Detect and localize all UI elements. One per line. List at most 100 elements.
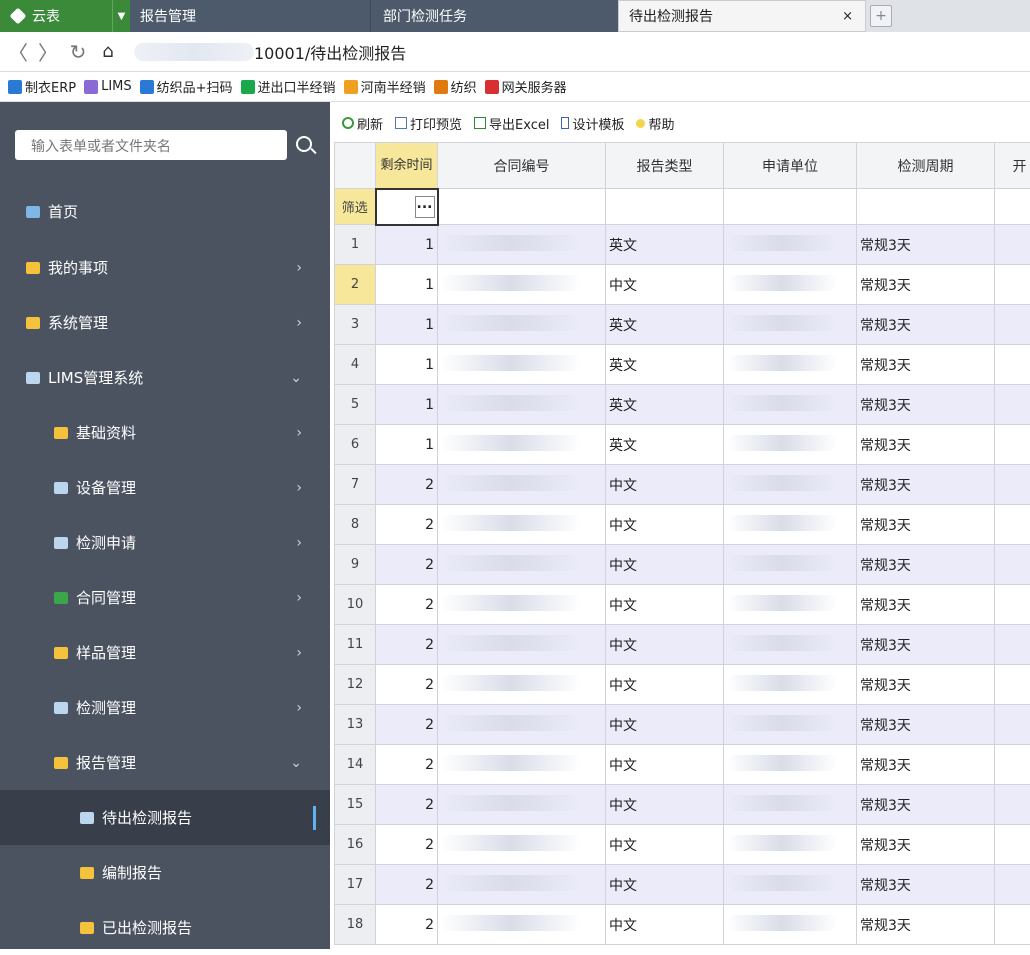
url-text[interactable]: 10001/待出检测报告 — [254, 40, 406, 64]
cell-cycle[interactable]: 常规3天 — [857, 865, 995, 905]
cell-contract-no[interactable] — [438, 305, 606, 345]
cell-contract-no[interactable] — [438, 625, 606, 665]
cell-remaining[interactable]: 2 — [376, 665, 438, 705]
row-number[interactable]: 4 — [335, 345, 376, 385]
column-header-remaining[interactable]: 剩余时间 — [376, 143, 438, 189]
cell-applicant[interactable] — [724, 265, 857, 305]
cell-applicant[interactable] — [724, 785, 857, 825]
sidebar-item[interactable]: 样品管理› — [0, 625, 330, 680]
cell-remaining[interactable]: 2 — [376, 865, 438, 905]
cell-next[interactable] — [995, 265, 1030, 305]
bookmark-item[interactable]: 纺织品+扫码 — [140, 77, 233, 96]
sidebar-item[interactable]: 系统管理› — [0, 295, 330, 350]
cell-applicant[interactable] — [724, 305, 857, 345]
new-tab-button[interactable]: + — [870, 5, 892, 27]
sidebar-item[interactable]: 编制报告 — [0, 845, 330, 900]
cell-cycle[interactable]: 常规3天 — [857, 665, 995, 705]
cell-remaining[interactable]: 1 — [376, 385, 438, 425]
cell-report-type[interactable]: 中文 — [606, 905, 724, 945]
cell-cycle[interactable]: 常规3天 — [857, 545, 995, 585]
cell-contract-no[interactable] — [438, 665, 606, 705]
cell-remaining[interactable]: 2 — [376, 505, 438, 545]
bookmark-item[interactable]: 进出口半经销 — [241, 77, 336, 96]
cell-report-type[interactable]: 中文 — [606, 705, 724, 745]
cell-contract-no[interactable] — [438, 265, 606, 305]
cell-applicant[interactable] — [724, 665, 857, 705]
cell-cycle[interactable]: 常规3天 — [857, 265, 995, 305]
row-number[interactable]: 7 — [335, 465, 376, 505]
cell-next[interactable] — [995, 465, 1030, 505]
cell-next[interactable] — [995, 425, 1030, 465]
sidebar-item[interactable]: 基础资料› — [0, 405, 330, 460]
table-row[interactable]: 132中文常规3天 — [335, 705, 1030, 745]
cell-next[interactable] — [995, 825, 1030, 865]
cell-remaining[interactable]: 2 — [376, 745, 438, 785]
row-number[interactable]: 8 — [335, 505, 376, 545]
cell-applicant[interactable] — [724, 345, 857, 385]
cell-next[interactable] — [995, 785, 1030, 825]
table-row[interactable]: 31英文常规3天 — [335, 305, 1030, 345]
cell-cycle[interactable]: 常规3天 — [857, 585, 995, 625]
table-row[interactable]: 162中文常规3天 — [335, 825, 1030, 865]
cell-remaining[interactable]: 1 — [376, 225, 438, 265]
filter-cell-contract-no[interactable] — [438, 189, 606, 225]
cell-next[interactable] — [995, 625, 1030, 665]
sidebar-item[interactable]: 检测申请› — [0, 515, 330, 570]
sidebar-item[interactable]: 检测管理› — [0, 680, 330, 735]
table-row[interactable]: 182 中文 常规3天 — [335, 905, 1030, 945]
cell-applicant[interactable] — [724, 825, 857, 865]
cell-cycle[interactable]: 常规3天 — [857, 345, 995, 385]
table-row[interactable]: 41英文常规3天 — [335, 345, 1030, 385]
row-number[interactable]: 9 — [335, 545, 376, 585]
cell-contract-no[interactable] — [438, 425, 606, 465]
cell-remaining[interactable]: 2 — [376, 825, 438, 865]
cell-cycle[interactable]: 常规3天 — [857, 785, 995, 825]
sidebar-item[interactable]: LIMS管理系统⌄ — [0, 350, 330, 405]
cell-remaining[interactable]: 2 — [376, 585, 438, 625]
cell-next[interactable] — [995, 545, 1030, 585]
cell-remaining[interactable]: 2 — [376, 705, 438, 745]
filter-picker-button[interactable]: ... — [415, 196, 435, 218]
help-button[interactable]: 帮助 — [636, 114, 674, 133]
cell-cycle[interactable]: 常规3天 — [857, 905, 995, 945]
table-row[interactable]: 152中文常规3天 — [335, 785, 1030, 825]
row-number[interactable]: 5 — [335, 385, 376, 425]
cell-remaining[interactable]: 2 — [376, 905, 438, 945]
cell-applicant[interactable] — [724, 465, 857, 505]
cell-report-type[interactable]: 中文 — [606, 545, 724, 585]
cell-contract-no[interactable] — [438, 745, 606, 785]
refresh-button[interactable]: 刷新 — [342, 114, 383, 133]
table-row[interactable]: 61英文常规3天 — [335, 425, 1030, 465]
cell-next[interactable] — [995, 905, 1030, 945]
cell-contract-no[interactable] — [438, 865, 606, 905]
cell-contract-no[interactable] — [438, 545, 606, 585]
cell-remaining[interactable]: 2 — [376, 785, 438, 825]
column-header-report-type[interactable]: 报告类型 — [606, 143, 724, 189]
cell-report-type[interactable]: 英文 — [606, 385, 724, 425]
table-row[interactable]: 72中文常规3天 — [335, 465, 1030, 505]
cell-report-type[interactable]: 中文 — [606, 825, 724, 865]
row-number[interactable]: 18 — [335, 905, 376, 945]
column-header-cycle[interactable]: 检测周期 — [857, 143, 995, 189]
sidebar-item[interactable]: 我的事项› — [0, 240, 330, 295]
filter-cell-remaining[interactable]: ... — [376, 189, 438, 225]
design-template-button[interactable]: 设计模板 — [561, 114, 624, 133]
row-number[interactable]: 12 — [335, 665, 376, 705]
bookmark-item[interactable]: 网关服务器 — [485, 77, 567, 96]
sidebar-item[interactable]: 已出检测报告 — [0, 900, 330, 955]
tab-pending-reports[interactable]: 待出检测报告 × — [618, 0, 866, 32]
row-number[interactable]: 14 — [335, 745, 376, 785]
row-number[interactable]: 6 — [335, 425, 376, 465]
cell-cycle[interactable]: 常规3天 — [857, 425, 995, 465]
cell-cycle[interactable]: 常规3天 — [857, 505, 995, 545]
row-number[interactable]: 3 — [335, 305, 376, 345]
cell-contract-no[interactable] — [438, 905, 606, 945]
cell-remaining[interactable]: 1 — [376, 345, 438, 385]
table-row[interactable]: 122中文常规3天 — [335, 665, 1030, 705]
cell-next[interactable] — [995, 305, 1030, 345]
cell-contract-no[interactable] — [438, 585, 606, 625]
cell-contract-no[interactable] — [438, 505, 606, 545]
cell-cycle[interactable]: 常规3天 — [857, 465, 995, 505]
sidebar-item[interactable]: 首页 — [0, 184, 330, 239]
table-row[interactable]: 112中文常规3天 — [335, 625, 1030, 665]
